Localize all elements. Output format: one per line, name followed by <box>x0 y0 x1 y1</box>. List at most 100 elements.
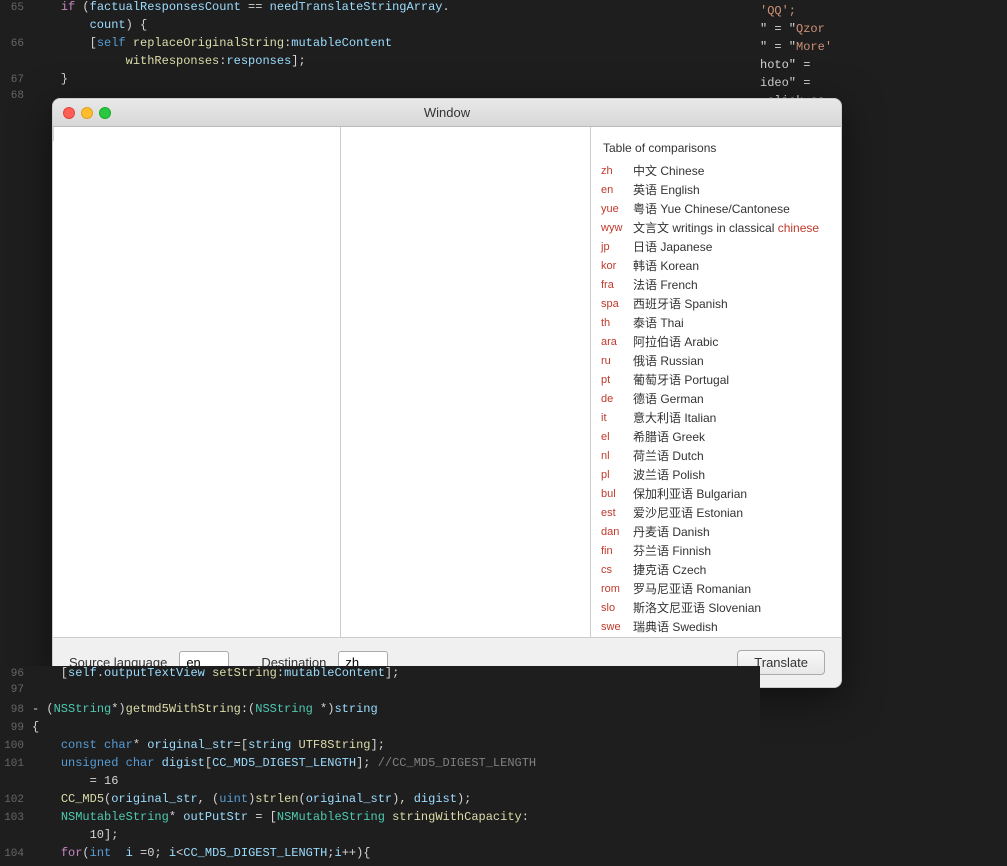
lang-item-wyw[interactable]: wyw 文言文 writings in classical chinese <box>595 218 837 237</box>
lang-name: 丹麦语 Danish <box>633 523 710 540</box>
lang-item-jp[interactable]: jp 日语 Japanese <box>595 237 837 256</box>
code-content: count) { <box>32 18 147 32</box>
lang-item-it[interactable]: it 意大利语 Italian <box>595 408 837 427</box>
code-content: for(int i =0; i<CC_MD5_DIGEST_LENGTH;i++… <box>32 846 371 860</box>
code-content: NSMutableString* outPutStr = [NSMutableS… <box>32 810 529 824</box>
lang-item-th[interactable]: th 泰语 Thai <box>595 313 837 332</box>
lang-item-hu[interactable]: hu 匈牙利语 Hungarian <box>595 636 837 637</box>
lang-code: pl <box>601 469 633 481</box>
lang-name: 芬兰语 Finnish <box>633 542 711 559</box>
lang-code: fin <box>601 545 633 557</box>
text-cursor <box>53 127 54 141</box>
lang-item-ru[interactable]: ru 俄语 Russian <box>595 351 837 370</box>
line-number: 103 <box>4 812 32 824</box>
left-panel[interactable] <box>53 127 341 637</box>
lang-item-yue[interactable]: yue 粤语 Yue Chinese/Cantonese <box>595 199 837 218</box>
lang-code: ru <box>601 355 633 367</box>
line-number: 67 <box>4 74 32 86</box>
lang-name: 波兰语 Polish <box>633 466 705 483</box>
lang-code: kor <box>601 260 633 272</box>
code-content: CC_MD5(original_str, (uint)strlen(origin… <box>32 792 471 806</box>
maximize-button[interactable] <box>99 107 111 119</box>
lang-item-zh[interactable]: zh 中文 Chinese <box>595 161 837 180</box>
lang-code: swe <box>601 621 633 633</box>
language-list-panel[interactable]: Table of comparisons zh 中文 Chinese en 英语… <box>591 127 841 637</box>
lang-item-est[interactable]: est 爱沙尼亚语 Estonian <box>595 503 837 522</box>
lang-code: cs <box>601 564 633 576</box>
lang-item-ara[interactable]: ara 阿拉伯语 Arabic <box>595 332 837 351</box>
code-content: const char* original_str=[string UTF8Str… <box>32 738 385 752</box>
lang-item-swe[interactable]: swe 瑞典语 Swedish <box>595 617 837 636</box>
lang-name: 文言文 writings in classical chinese <box>633 219 819 236</box>
lang-item-bul[interactable]: bul 保加利亚语 Bulgarian <box>595 484 837 503</box>
traffic-lights <box>53 107 111 119</box>
lang-name: 希腊语 Greek <box>633 428 705 445</box>
lang-code: it <box>601 412 633 424</box>
lang-name: 西班牙语 Spanish <box>633 295 728 312</box>
line-number: 102 <box>4 794 32 806</box>
code-content: = 16 <box>32 774 118 788</box>
lang-name: 粤语 Yue Chinese/Cantonese <box>633 200 790 217</box>
lang-item-el[interactable]: el 希腊语 Greek <box>595 427 837 446</box>
lang-name: 日语 Japanese <box>633 238 712 255</box>
lang-name: 英语 English <box>633 181 700 198</box>
line-number: 66 <box>4 38 32 50</box>
lang-code: spa <box>601 298 633 310</box>
lang-code: rom <box>601 583 633 595</box>
lang-code: bul <box>601 488 633 500</box>
lang-item-pt[interactable]: pt 葡萄牙语 Portugal <box>595 370 837 389</box>
lang-item-spa[interactable]: spa 西班牙语 Spanish <box>595 294 837 313</box>
code-content: unsigned char digist[CC_MD5_DIGEST_LENGT… <box>32 756 536 770</box>
lang-item-en[interactable]: en 英语 English <box>595 180 837 199</box>
lang-name: 葡萄牙语 Portugal <box>633 371 729 388</box>
lang-item-kor[interactable]: kor 韩语 Korean <box>595 256 837 275</box>
lang-name: 阿拉伯语 Arabic <box>633 333 718 350</box>
middle-panel[interactable] <box>341 127 591 637</box>
lang-name: 法语 French <box>633 276 698 293</box>
code-content: 10]; <box>32 828 118 842</box>
line-number: 101 <box>4 758 32 770</box>
lang-name: 罗马尼亚语 Romanian <box>633 580 751 597</box>
lang-item-rom[interactable]: rom 罗马尼亚语 Romanian <box>595 579 837 598</box>
lang-item-nl[interactable]: nl 荷兰语 Dutch <box>595 446 837 465</box>
lang-name: 意大利语 Italian <box>633 409 716 426</box>
lang-code: th <box>601 317 633 329</box>
line-number: 98 <box>4 704 32 716</box>
lang-name: 泰语 Thai <box>633 314 684 331</box>
lang-name: 斯洛文尼亚语 Slovenian <box>633 599 761 616</box>
lang-item-slo[interactable]: slo 斯洛文尼亚语 Slovenian <box>595 598 837 617</box>
code-content: } <box>32 72 68 86</box>
lang-name: 瑞典语 Swedish <box>633 618 718 635</box>
code-content: [self.outputTextView setString:mutableCo… <box>32 666 399 680</box>
lang-code: el <box>601 431 633 443</box>
panel-header: Table of comparisons <box>595 135 837 161</box>
line-number: 104 <box>4 848 32 860</box>
lang-code: nl <box>601 450 633 462</box>
lang-name: 中文 Chinese <box>633 162 704 179</box>
lang-code: de <box>601 393 633 405</box>
lang-code: est <box>601 507 633 519</box>
lang-item-dan[interactable]: dan 丹麦语 Danish <box>595 522 837 541</box>
close-button[interactable] <box>63 107 75 119</box>
lang-name: 爱沙尼亚语 Estonian <box>633 504 743 521</box>
lang-code: yue <box>601 203 633 215</box>
lang-item-pl[interactable]: pl 波兰语 Polish <box>595 465 837 484</box>
lang-item-fra[interactable]: fra 法语 French <box>595 275 837 294</box>
lang-name: 德语 German <box>633 390 704 407</box>
lang-code: en <box>601 184 633 196</box>
lang-name: 俄语 Russian <box>633 352 704 369</box>
lang-item-cs[interactable]: cs 捷克语 Czech <box>595 560 837 579</box>
lang-item-de[interactable]: de 德语 German <box>595 389 837 408</box>
window-content: Table of comparisons zh 中文 Chinese en 英语… <box>53 127 841 637</box>
minimize-button[interactable] <box>81 107 93 119</box>
code-content: withResponses:responses]; <box>32 54 306 68</box>
lang-code: pt <box>601 374 633 386</box>
line-number: 96 <box>4 668 32 680</box>
line-number: 68 <box>4 90 32 100</box>
lang-code: wyw <box>601 222 633 234</box>
line-number: 65 <box>4 2 32 14</box>
lang-name: 荷兰语 Dutch <box>633 447 704 464</box>
lang-item-fin[interactable]: fin 芬兰语 Finnish <box>595 541 837 560</box>
line-number: 97 <box>4 684 32 696</box>
lang-name: 韩语 Korean <box>633 257 699 274</box>
